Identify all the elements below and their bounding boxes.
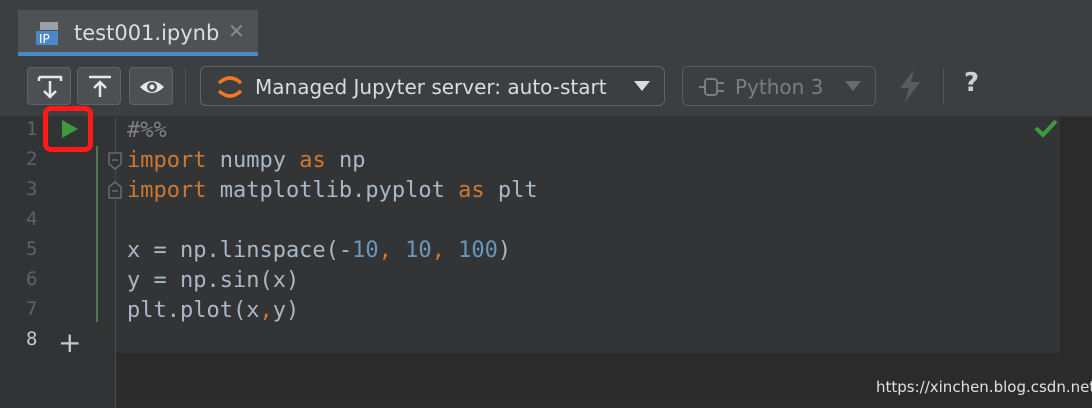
code-text: y) [272, 298, 300, 323]
alias: np [325, 148, 366, 173]
comma: , [378, 238, 406, 263]
cell-marker-bar [96, 146, 98, 322]
module-name: matplotlib.pyplot [206, 178, 459, 203]
tab-title: test001.ipynb [74, 21, 220, 45]
kernel-label: Python 3 [735, 75, 824, 99]
code-line-7: plt.plot(x,y) [127, 298, 299, 323]
help-button[interactable]: ? [964, 68, 979, 98]
check-icon [1034, 119, 1058, 138]
plug-icon [699, 78, 724, 96]
tab-test001[interactable]: IP test001.ipynb ✕ [18, 10, 258, 56]
keyword: import [127, 178, 207, 203]
number: 100 [458, 238, 498, 263]
jupyter-icon [217, 76, 243, 98]
line-number: 4 [26, 208, 38, 230]
line-number: 5 [26, 238, 38, 260]
code-line-2: import numpy as np [127, 148, 365, 173]
code-line-6: y = np.sin(x) [127, 268, 300, 293]
module-name: numpy [206, 148, 300, 173]
keyword: import [127, 148, 207, 173]
upload-button[interactable] [77, 67, 121, 105]
line-number: 6 [26, 268, 38, 290]
number: 10 [352, 238, 379, 263]
editor-right-strip [1060, 117, 1092, 408]
jupyter-server-select[interactable]: Managed Jupyter server: auto-start [200, 66, 665, 106]
fold-icon[interactable] [108, 181, 122, 199]
line-number: 7 [26, 298, 38, 320]
code-text: ) [497, 238, 512, 263]
add-cell-button[interactable]: + [58, 329, 81, 357]
run-cell-highlight [43, 106, 93, 152]
keyword: as [458, 178, 485, 203]
number: 10 [405, 238, 432, 263]
upload-icon [89, 75, 111, 97]
watermark: https://xinchen.blog.csdn.net [876, 378, 1092, 396]
eye-icon [140, 81, 164, 93]
comma: , [431, 238, 459, 263]
lightning-icon[interactable] [896, 70, 924, 102]
toolbar-separator [943, 68, 944, 104]
chevron-down-icon [634, 81, 650, 91]
toolbar-separator [185, 68, 186, 104]
code-line-1: #%% [127, 118, 167, 143]
jupyter-server-label: Managed Jupyter server: auto-start [255, 75, 607, 99]
close-tab-icon[interactable]: ✕ [228, 21, 245, 41]
chevron-down-icon [845, 81, 861, 91]
alias: plt [484, 178, 538, 203]
download-button[interactable] [27, 67, 71, 105]
download-icon [37, 75, 63, 99]
line-number: 8 [26, 328, 38, 350]
preview-button[interactable] [129, 67, 173, 105]
notebook-file-icon: IP [36, 22, 58, 46]
code-line-5: x = np.linspace(-10, 10, 100) [127, 238, 511, 263]
keyword: as [299, 148, 326, 173]
file-badge: IP [39, 32, 50, 46]
code-text: plt.plot(x [127, 298, 260, 323]
line-number: 2 [26, 148, 38, 170]
notebook-toolbar: Managed Jupyter server: auto-start Pytho… [0, 58, 1092, 117]
comma: , [259, 298, 273, 323]
editor-gutter [0, 117, 116, 408]
code-text: x = np.linspace(- [127, 238, 353, 263]
fold-icon[interactable] [108, 152, 122, 170]
code-line-3: import matplotlib.pyplot as plt [127, 178, 538, 203]
editor-tab-bar: IP test001.ipynb ✕ [0, 0, 1092, 59]
kernel-select[interactable]: Python 3 [682, 66, 876, 106]
line-number: 3 [26, 178, 38, 200]
